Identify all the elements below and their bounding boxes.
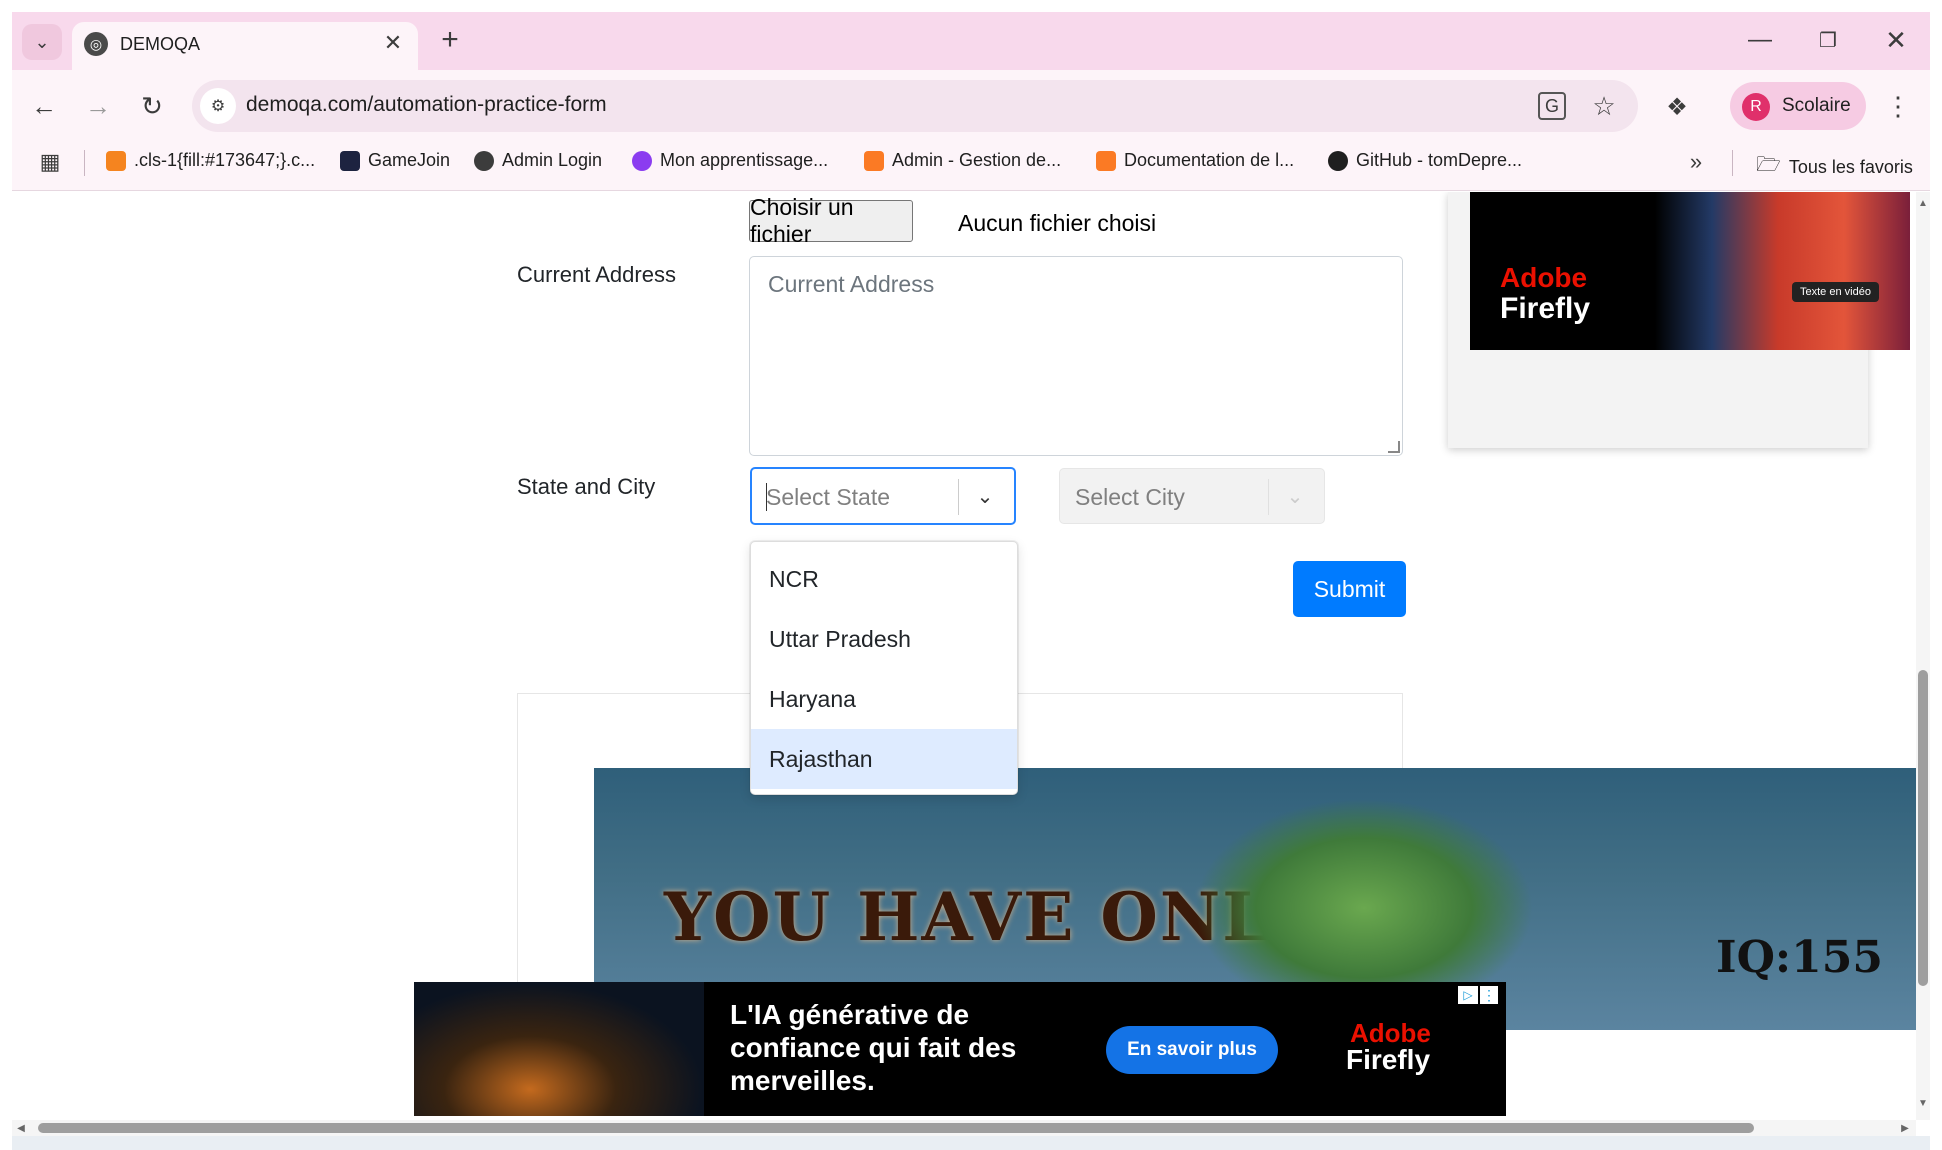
bookmark-item-2[interactable]: GameJoin	[340, 150, 450, 171]
tab-demoqa[interactable]: ◎ DEMOQA ✕	[72, 22, 418, 70]
xampp-icon	[1096, 150, 1116, 171]
file-status: Aucun fichier choisi	[958, 210, 1157, 236]
more-bookmarks-chevron-icon[interactable]: »	[1682, 148, 1710, 176]
city-placeholder: Select City	[1075, 484, 1185, 510]
vertical-scrollbar[interactable]: ▲ ▼	[1916, 192, 1930, 1120]
tab-title: DEMOQA	[120, 34, 201, 54]
file-upload-button[interactable]: Choisir un fichier	[749, 194, 913, 247]
state-placeholder: Select State	[766, 484, 891, 510]
horizontal-scroll-thumb[interactable]	[38, 1123, 1754, 1133]
adobe-brand-text: Adobe	[1500, 262, 1588, 293]
close-tab-icon[interactable]: ✕	[380, 30, 406, 56]
window-bottom-edge	[12, 1136, 1930, 1150]
page-viewport: Choisir un fichier Aucun fichier choisi …	[12, 192, 1918, 1030]
ad-bottom-firefly-text: Firefly	[1346, 1044, 1431, 1075]
globe-icon	[474, 150, 494, 171]
horizontal-scrollbar[interactable]: ◀ ▶	[12, 1120, 1916, 1136]
bookmark-star-icon[interactable]: ☆	[1588, 90, 1620, 122]
state-city-label: State and City	[517, 474, 656, 499]
scroll-left-icon[interactable]: ◀	[14, 1121, 28, 1135]
restore-icon[interactable]: ❐	[1808, 24, 1848, 56]
github-icon	[1328, 150, 1348, 171]
city-select[interactable]: Select City ⌄	[1059, 468, 1325, 524]
learning-icon	[632, 150, 652, 171]
ad-menu-icon[interactable]: ⋮	[1480, 986, 1498, 1004]
chevron-down-icon: ⌄	[1286, 485, 1304, 508]
bookmark-item-5[interactable]: Admin - Gestion de...	[864, 150, 1061, 171]
site-info-icon[interactable]: ⚙	[200, 88, 236, 124]
bookmark-item-1[interactable]: .cls-1{fill:#173647;}.c...	[106, 150, 315, 171]
close-window-icon[interactable]: ✕	[1876, 24, 1916, 56]
globe-icon: ◎	[84, 32, 108, 56]
address-bar[interactable]: ⚙ demoqa.com/automation-practice-form G …	[192, 80, 1638, 132]
all-bookmarks-label: Tous les favoris	[1788, 156, 1913, 177]
bookmark-label: .cls-1{fill:#173647;}.c...	[134, 150, 316, 170]
ad-tree-image	[414, 982, 704, 1116]
bookmark-item-6[interactable]: Documentation de l...	[1096, 150, 1294, 171]
bookmark-label: GameJoin	[368, 150, 451, 170]
select-separator	[1268, 479, 1269, 515]
avatar: R	[1742, 93, 1770, 121]
bookmark-item-3[interactable]: Admin Login	[474, 150, 602, 171]
folder-icon: 🗁	[1756, 154, 1781, 176]
reload-icon[interactable]: ↻	[136, 90, 168, 122]
scroll-up-icon[interactable]: ▲	[1916, 196, 1930, 210]
tab-list-chevron-icon[interactable]: ⌄	[22, 24, 62, 60]
apps-grid-icon[interactable]: ▦	[36, 148, 64, 176]
submit-button[interactable]: Submit	[1293, 561, 1406, 617]
firefly-brand-text: Firefly	[1500, 292, 1591, 325]
current-address-textarea[interactable]: Current Address	[749, 256, 1403, 456]
adchoices-icon[interactable]: ▷	[1458, 986, 1478, 1004]
state-option-uttar-pradesh[interactable]: Uttar Pradesh	[751, 609, 1017, 669]
menu-kebab-icon[interactable]: ⋮	[1884, 90, 1912, 122]
gamejoin-icon	[340, 150, 360, 171]
forward-icon[interactable]: →	[82, 90, 114, 122]
bookmark-label: Admin - Gestion de...	[892, 150, 1062, 170]
game-counter: IQ:155	[1716, 932, 1883, 983]
bookmark-label: Admin Login	[502, 150, 603, 170]
state-dropdown-menu: NCR Uttar Pradesh Haryana Rajasthan	[750, 541, 1018, 795]
state-select[interactable]: Select State ⌄	[750, 467, 1016, 525]
select-separator	[958, 479, 959, 515]
bookmarks-separator	[1732, 150, 1733, 176]
bookmark-item-7[interactable]: GitHub - tomDepre...	[1328, 150, 1522, 171]
back-icon[interactable]: ←	[28, 90, 60, 122]
bookmark-label: Mon apprentissage...	[660, 150, 829, 170]
bookmark-label: Documentation de l...	[1124, 150, 1295, 170]
ad-top-right-image[interactable]: Adobe Firefly Texte en vidéo	[1470, 192, 1910, 350]
chevron-down-icon[interactable]: ⌄	[968, 481, 1002, 511]
extensions-icon[interactable]: ❖	[1660, 90, 1694, 124]
ad-bottom-headline: L'IA générative de confiance qui fait de…	[730, 999, 1017, 1096]
profile-button[interactable]: R Scolaire	[1730, 82, 1866, 130]
ad-cta-button[interactable]: En savoir plus	[1106, 1026, 1278, 1074]
vertical-scroll-thumb[interactable]	[1918, 670, 1928, 986]
state-option-ncr[interactable]: NCR	[751, 549, 1017, 609]
ad-bottom-banner[interactable]: L'IA générative de confiance qui fait de…	[414, 982, 1506, 1116]
url-text: demoqa.com/automation-practice-form	[246, 93, 607, 116]
translate-icon[interactable]: G	[1538, 92, 1566, 120]
fox-icon	[106, 150, 126, 171]
current-address-label: Current Address	[517, 262, 676, 287]
xampp-icon	[864, 150, 884, 171]
current-address-placeholder: Current Address	[768, 271, 935, 297]
state-option-rajasthan[interactable]: Rajasthan	[751, 729, 1017, 789]
state-option-haryana[interactable]: Haryana	[751, 669, 1017, 729]
bookmark-item-4[interactable]: Mon apprentissage...	[632, 150, 828, 171]
profile-name: Scolaire	[1782, 95, 1851, 116]
scroll-down-icon[interactable]: ▼	[1916, 1096, 1930, 1110]
scroll-right-icon[interactable]: ▶	[1898, 1121, 1912, 1135]
bookmarks-separator	[84, 150, 85, 176]
bookmark-label: GitHub - tomDepre...	[1356, 150, 1523, 170]
ad-top-right-frame: Adobe Firefly Texte en vidéo	[1448, 192, 1910, 448]
new-tab-icon[interactable]: +	[434, 23, 466, 56]
all-bookmarks-folder[interactable]: 🗁 Tous les favoris	[1756, 150, 1913, 184]
resize-grip-icon[interactable]	[1388, 441, 1400, 453]
minimize-icon[interactable]: —	[1740, 24, 1780, 56]
ad-badge: Texte en vidéo	[1792, 282, 1879, 302]
